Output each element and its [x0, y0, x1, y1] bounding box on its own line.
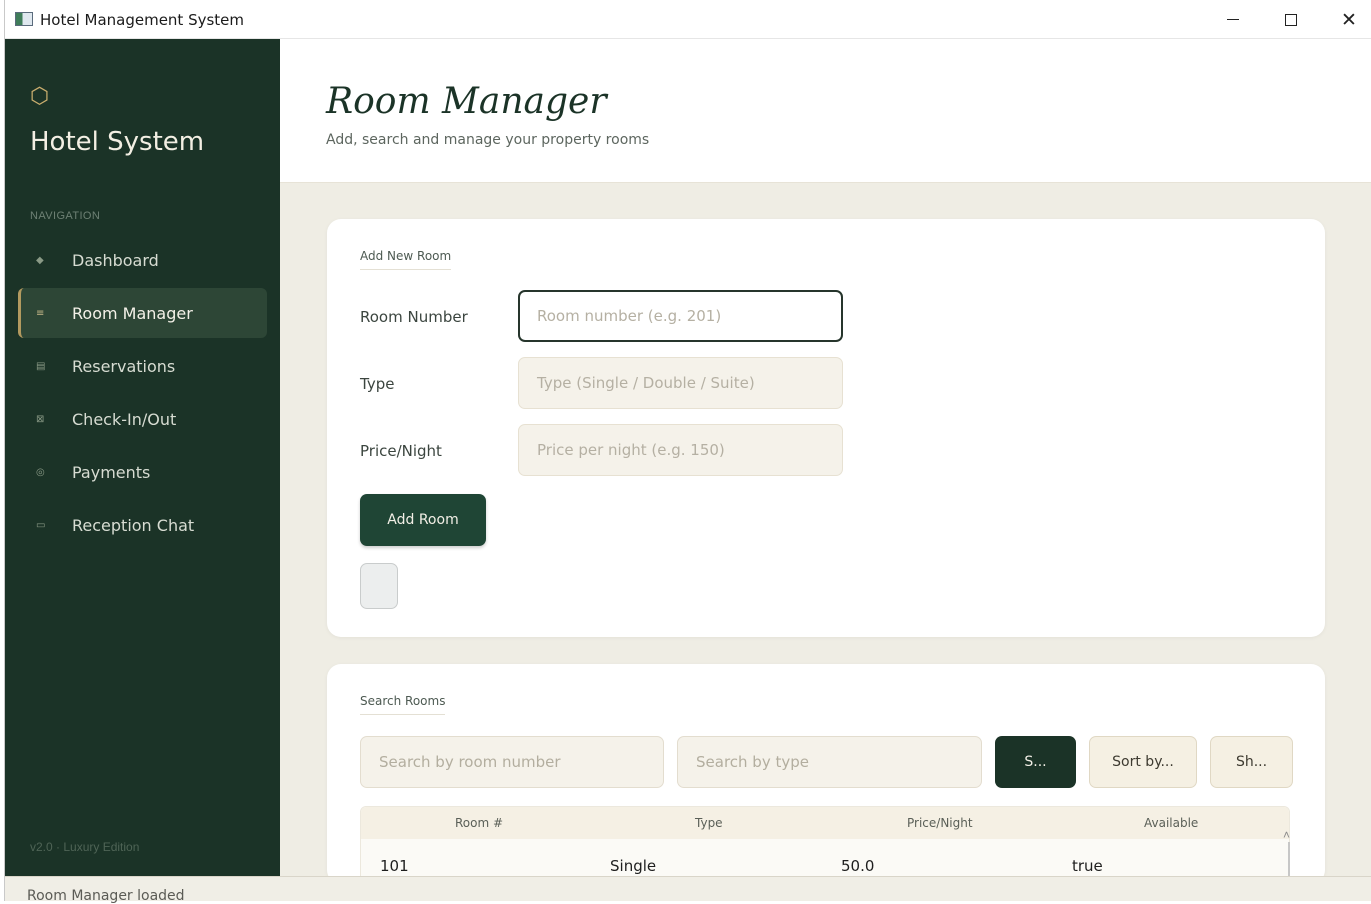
column-header[interactable]: Type [695, 816, 723, 830]
sidebar-item-dashboard[interactable]: ◆ Dashboard [18, 235, 267, 285]
status-bar: Room Manager loaded [5, 876, 1371, 904]
add-room-section-title: Add New Room [360, 249, 452, 270]
close-icon: ✕ [1341, 8, 1357, 31]
menu-lines-icon: ≡ [36, 307, 45, 319]
type-label: Type [360, 375, 395, 393]
cell-room-number: 101 [380, 857, 409, 875]
scroll-up-icon[interactable]: ˄ [1283, 828, 1290, 842]
minimize-button[interactable] [1204, 0, 1262, 39]
page-subtitle: Add, search and manage your property roo… [326, 132, 650, 148]
sidebar-item-label: Reception Chat [72, 515, 195, 535]
page-title: Room Manager [326, 81, 607, 122]
app-window: Hotel Management System ✕ ⬡ Hotel System… [4, 0, 1371, 904]
type-input[interactable]: Type (Single / Double / Suite) [518, 357, 843, 409]
search-rooms-card: Search Rooms Search by room number Searc… [327, 664, 1325, 886]
app-icon [15, 12, 33, 26]
chat-icon: ▭ [36, 519, 46, 531]
sidebar-item-reception-chat[interactable]: ▭ Reception Chat [18, 500, 267, 550]
minimize-icon [1227, 19, 1239, 20]
rooms-table: Room # Type Price/Night Available 101 Si… [360, 806, 1290, 886]
page-header: Room Manager Add, search and manage your… [280, 39, 1371, 183]
table-header: Room # Type Price/Night Available [361, 807, 1289, 839]
maximize-button[interactable] [1262, 0, 1320, 39]
brand-title: Hotel System [30, 127, 205, 157]
room-number-input[interactable]: Room number (e.g. 201) [518, 290, 843, 342]
add-room-button[interactable]: Add Room [360, 494, 486, 546]
show-all-button[interactable]: Sh... [1210, 736, 1293, 788]
window-title: Hotel Management System [40, 11, 245, 29]
box-icon: ⊠ [36, 413, 45, 425]
empty-control[interactable] [360, 563, 398, 609]
sidebar-item-payments[interactable]: ◎ Payments [18, 447, 267, 497]
column-header[interactable]: Room # [455, 816, 503, 830]
hexagon-logo-icon: ⬡ [30, 84, 50, 109]
search-button[interactable]: S... [995, 736, 1076, 788]
version-label: v2.0 · Luxury Edition [30, 840, 140, 854]
sidebar-item-label: Reservations [72, 356, 176, 376]
search-type-input[interactable]: Search by type [677, 736, 982, 788]
maximize-icon [1285, 13, 1297, 26]
sidebar-item-label: Room Manager [72, 303, 193, 323]
price-label: Price/Night [360, 442, 442, 460]
price-input[interactable]: Price per night (e.g. 150) [518, 424, 843, 476]
nav-heading: NAVIGATION [30, 210, 101, 222]
sidebar: ⬡ Hotel System NAVIGATION ◆ Dashboard ≡ … [5, 39, 280, 876]
search-section-title: Search Rooms [360, 694, 446, 715]
room-number-label: Room Number [360, 308, 468, 326]
add-room-card: Add New Room Room Number Room number (e.… [327, 219, 1325, 637]
circle-icon: ◎ [36, 466, 45, 478]
sort-button[interactable]: Sort by... [1089, 736, 1197, 788]
status-text: Room Manager loaded [27, 888, 185, 904]
title-bar: Hotel Management System ✕ [5, 0, 1371, 39]
search-room-number-input[interactable]: Search by room number [360, 736, 664, 788]
sidebar-item-reservations[interactable]: ▤ Reservations [18, 341, 267, 391]
cell-price: 50.0 [841, 857, 875, 875]
close-button[interactable]: ✕ [1320, 0, 1371, 39]
sidebar-item-room-manager[interactable]: ≡ Room Manager [18, 288, 267, 338]
list-icon: ▤ [36, 360, 46, 372]
sidebar-item-label: Dashboard [72, 250, 159, 270]
column-header[interactable]: Price/Night [907, 816, 973, 830]
cell-type: Single [610, 857, 657, 875]
sidebar-item-label: Check-In/Out [72, 409, 177, 429]
diamond-icon: ◆ [36, 254, 44, 266]
cell-available: true [1072, 857, 1103, 875]
sidebar-item-label: Payments [72, 462, 151, 482]
sidebar-item-check-in-out[interactable]: ⊠ Check-In/Out [18, 394, 267, 444]
column-header[interactable]: Available [1144, 816, 1198, 830]
